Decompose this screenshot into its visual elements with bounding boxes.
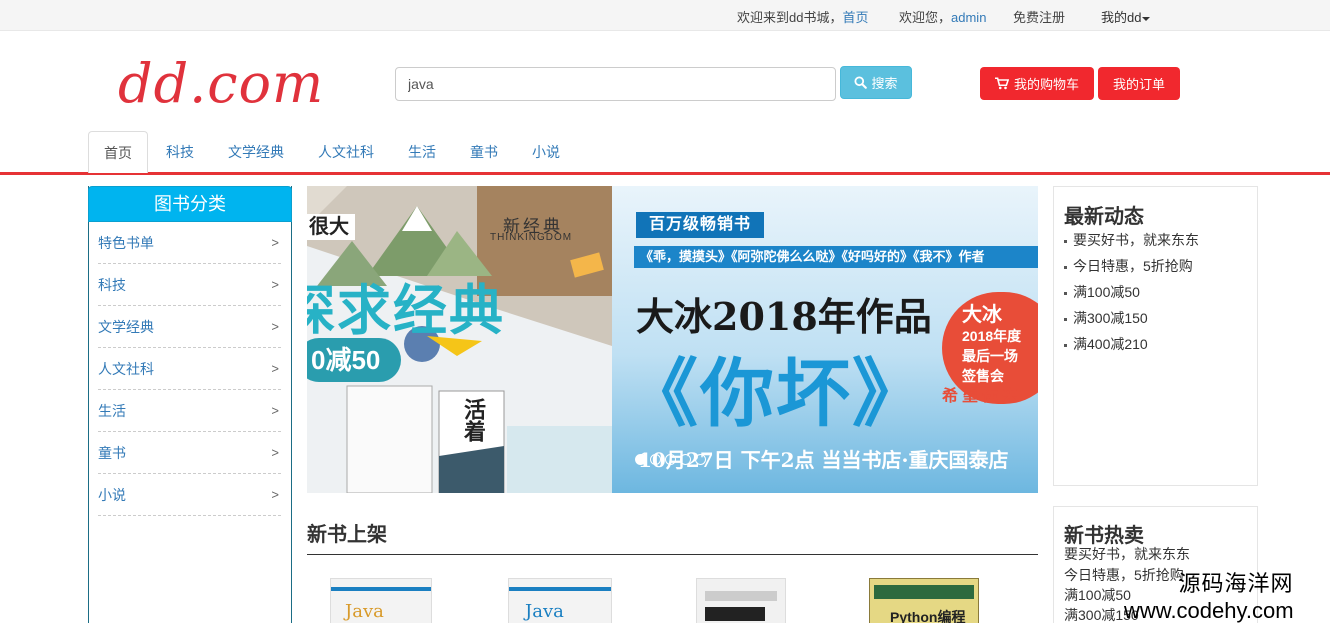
watermark-line1: 源码海洋网	[1178, 571, 1294, 596]
banner-slide-classics: 很大 新经典 THINKINGDOM 探求经典 0减50 活着	[307, 186, 612, 493]
hot-item[interactable]: 满100减50	[1064, 585, 1131, 605]
banner-subtitle: 《乖，摸摸头》《阿弥陀佛么么哒》《好吗好的》《我不》作者	[634, 246, 1038, 268]
hot-item[interactable]: 要买好书，就来东东	[1064, 544, 1190, 564]
chevron-right-icon: >	[271, 361, 279, 376]
banner-badge: 百万级畅销书	[636, 212, 764, 238]
promo-badge: 0减50	[307, 338, 401, 382]
news-item[interactable]: 今日特惠，5折抢购	[1064, 256, 1193, 276]
carousel-dot[interactable]	[650, 454, 661, 465]
book-title: 活着	[461, 398, 486, 442]
chevron-right-icon: >	[271, 319, 279, 334]
chevron-right-icon: >	[271, 403, 279, 418]
sidebar-item-children[interactable]: 童书 >	[98, 432, 281, 474]
bullet-icon	[1064, 291, 1067, 295]
news-item[interactable]: 要买好书，就来东东	[1064, 230, 1199, 250]
site-logo[interactable]: dd.com	[118, 52, 324, 115]
main-nav: 首页 科技 文学经典 人文社科 生活 童书 小说	[0, 131, 1330, 175]
brand-latin: THINKINGDOM	[490, 232, 573, 243]
carousel-dot[interactable]	[680, 454, 691, 465]
chevron-right-icon: >	[271, 277, 279, 292]
tab-humanities[interactable]: 人文社科	[312, 131, 380, 173]
chevron-right-icon: >	[271, 235, 279, 250]
user-greeting: 欢迎您，admin	[899, 10, 987, 25]
bullet-icon	[1064, 317, 1067, 321]
sidebar-title: 图书分类	[88, 186, 292, 222]
sidebar-item-tech[interactable]: 科技 >	[98, 264, 281, 306]
watermark: 源码海洋网 www.codehy.com	[1124, 566, 1294, 623]
news-item[interactable]: 满400减210	[1064, 334, 1148, 354]
tab-tech[interactable]: 科技	[160, 131, 200, 173]
banner-book-name: 《你坏》	[624, 352, 928, 435]
tab-home[interactable]: 首页	[88, 131, 148, 173]
chevron-right-icon: >	[271, 445, 279, 460]
caret-down-icon	[1142, 16, 1151, 21]
news-item[interactable]: 满100减50	[1064, 282, 1140, 302]
book-cover[interactable]: Java	[508, 578, 612, 623]
user-link[interactable]: admin	[951, 10, 986, 25]
my-dd-menu[interactable]: 我的dd	[1101, 7, 1151, 26]
bullet-icon	[1064, 343, 1067, 347]
cart-button[interactable]: 我的购物车	[980, 67, 1094, 100]
event-slogan: 希望你来	[942, 388, 1023, 405]
banner-headline-right: 大冰2018年作品	[636, 294, 932, 339]
search-icon	[854, 76, 868, 89]
sidebar-item-life[interactable]: 生活 >	[98, 390, 281, 432]
news-item[interactable]: 满300减150	[1064, 308, 1148, 328]
banner-carousel[interactable]: 很大 新经典 THINKINGDOM 探求经典 0减50 活着 百万级畅销书 《…	[307, 186, 1038, 493]
carousel-dot[interactable]	[695, 454, 706, 465]
sidebar-item-novel[interactable]: 小说 >	[98, 474, 281, 516]
section-divider	[307, 554, 1038, 555]
bullet-icon	[1064, 239, 1067, 243]
tab-novel[interactable]: 小说	[526, 131, 566, 173]
book-cover[interactable]: Python编程	[869, 578, 979, 623]
carousel-indicators	[635, 454, 706, 465]
news-title: 最新动态	[1064, 206, 1144, 228]
orders-button[interactable]: 我的订单	[1098, 67, 1180, 100]
home-link[interactable]: 首页	[842, 10, 868, 25]
register-link[interactable]: 免费注册	[1013, 7, 1065, 26]
book-cover[interactable]: Java	[330, 578, 432, 623]
sidebar-item-humanities[interactable]: 人文社科 >	[98, 348, 281, 390]
new-books-title: 新书上架	[307, 524, 387, 546]
banner-slide-dabing: 百万级畅销书 《乖，摸摸头》《阿弥陀佛么么哒》《好吗好的》《我不》作者 大冰20…	[612, 186, 1038, 493]
chevron-right-icon: >	[271, 487, 279, 502]
carousel-dot[interactable]	[665, 454, 676, 465]
carousel-dot[interactable]	[635, 454, 646, 465]
tab-children[interactable]: 童书	[464, 131, 504, 173]
top-bar: 欢迎来到dd书城，首页 欢迎您，admin 免费注册 我的dd	[0, 0, 1330, 31]
banner-tag: 很大	[307, 214, 355, 240]
cart-icon	[994, 77, 1009, 90]
tab-literature[interactable]: 文学经典	[222, 131, 290, 173]
book-cover[interactable]	[696, 578, 786, 623]
sidebar-item-literature[interactable]: 文学经典 >	[98, 306, 281, 348]
bullet-icon	[1064, 265, 1067, 269]
watermark-line2: www.codehy.com	[1124, 598, 1294, 623]
search-input[interactable]	[395, 67, 836, 101]
search-button[interactable]: 搜索	[840, 66, 912, 99]
tab-life[interactable]: 生活	[402, 131, 442, 173]
welcome-text: 欢迎来到dd书城，首页	[737, 10, 869, 25]
banner-headline: 探求经典	[307, 281, 505, 341]
sidebar-item-featured[interactable]: 特色书单 >	[98, 222, 281, 264]
